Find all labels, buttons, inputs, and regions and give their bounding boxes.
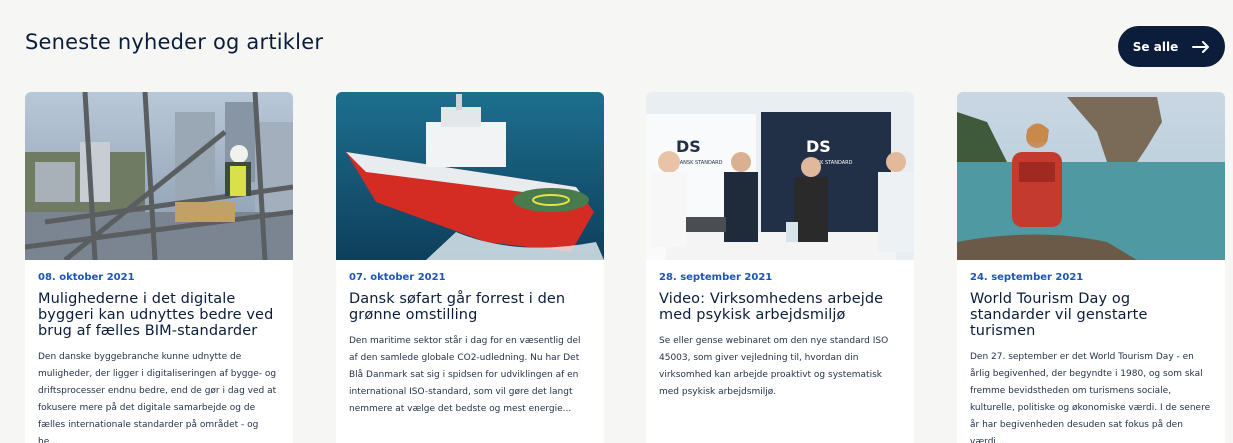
article-body: 24. september 2021 World Tourism Day og … [957,260,1225,443]
article-date: 07. oktober 2021 [349,272,446,283]
article-title[interactable]: Dansk søfart går forrest i den grønne om… [349,291,592,323]
news-section: Seneste nyheder og artikler Se alle 08. … [0,0,1233,443]
image-logo-text: DS [806,137,831,156]
article-date: 28. september 2021 [659,272,773,283]
article-title[interactable]: Mulighederne i det digitale byggeri kan … [38,291,281,339]
article-excerpt: Den danske byggebranche kunne udnytte de… [38,352,277,443]
article-excerpt: Se eller gense webinaret om den nye stan… [659,336,889,397]
see-all-button[interactable]: Se alle [1118,26,1225,67]
article-body: 07. oktober 2021 Dansk søfart går forres… [336,260,604,443]
article-excerpt: Den maritime sektor står i dag for en væ… [349,336,581,414]
arrow-right-icon [1192,40,1210,53]
article-title[interactable]: World Tourism Day og standarder vil gens… [970,291,1213,339]
article-card[interactable]: 07. oktober 2021 Dansk søfart går forres… [336,92,604,443]
article-body: 08. oktober 2021 Mulighederne i det digi… [25,260,293,443]
article-date: 08. oktober 2021 [38,272,135,283]
image-logo-text: DS [676,137,701,156]
article-card[interactable]: DS DS DANSK STANDARD DANSK STANDARD 28. … [646,92,914,443]
article-image-travel[interactable] [957,92,1225,260]
image-logo-subtext: DANSK STANDARD [676,160,723,166]
article-excerpt: Den 27. september er det World Tourism D… [970,352,1211,443]
article-card[interactable]: 24. september 2021 World Tourism Day og … [957,92,1225,443]
article-title[interactable]: Video: Virksomhedens arbejde med psykisk… [659,291,902,323]
article-image-webinar[interactable]: DS DS DANSK STANDARD DANSK STANDARD [646,92,914,260]
see-all-label: Se alle [1132,39,1179,54]
section-title: Seneste nyheder og artikler [25,30,324,54]
article-card[interactable]: 08. oktober 2021 Mulighederne i det digi… [25,92,293,443]
article-date: 24. september 2021 [970,272,1084,283]
article-body: 28. september 2021 Video: Virksomhedens … [646,260,914,443]
article-image-construction[interactable] [25,92,293,260]
article-image-ship[interactable] [336,92,604,260]
